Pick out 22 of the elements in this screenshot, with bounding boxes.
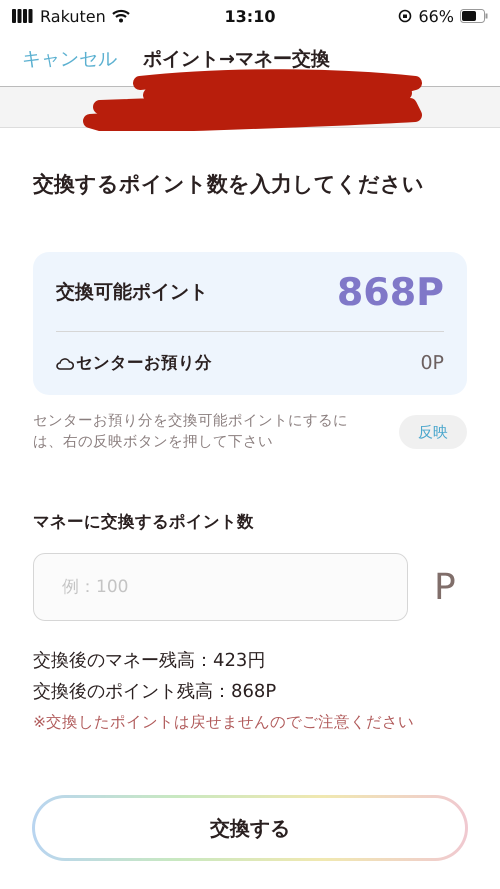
wifi-icon [112,9,130,23]
clock-time: 13:10 [224,6,276,26]
balance-text: 交換後のポイント残高：868P [33,680,278,704]
rotation-lock-icon [398,9,412,23]
carrier-name: Rakuten [40,6,106,26]
cloud-icon [56,356,74,370]
cancel-button[interactable]: キャンセル [22,46,117,72]
page-heading: 交換するポイント数を入力してください [33,171,425,198]
warning-text: ※交換したポイントは戻せませんのでご注意ください [33,712,415,733]
hint-text: センターお預り分を交換可能ポイントにするには、右の反映ボタンを押して下さい [33,412,349,452]
battery-icon [460,9,488,23]
available-points-label: 交換可能ポイント [56,280,208,304]
available-points-value: 868P [336,270,444,314]
reflect-button[interactable]: 反映 [399,415,467,449]
balance-text: 交換後のマネー残高：423円 [33,649,266,673]
battery-percent: 66% [418,6,454,26]
center-points-label: センターお預り分 [76,352,212,374]
signal-icon [12,9,34,23]
amount-label: マネーに交換するポイント数 [33,511,255,533]
center-points-value: 0P [420,352,444,374]
screen-title: ポイント→マネー交換 [143,47,330,72]
unit-label: P [434,566,456,608]
